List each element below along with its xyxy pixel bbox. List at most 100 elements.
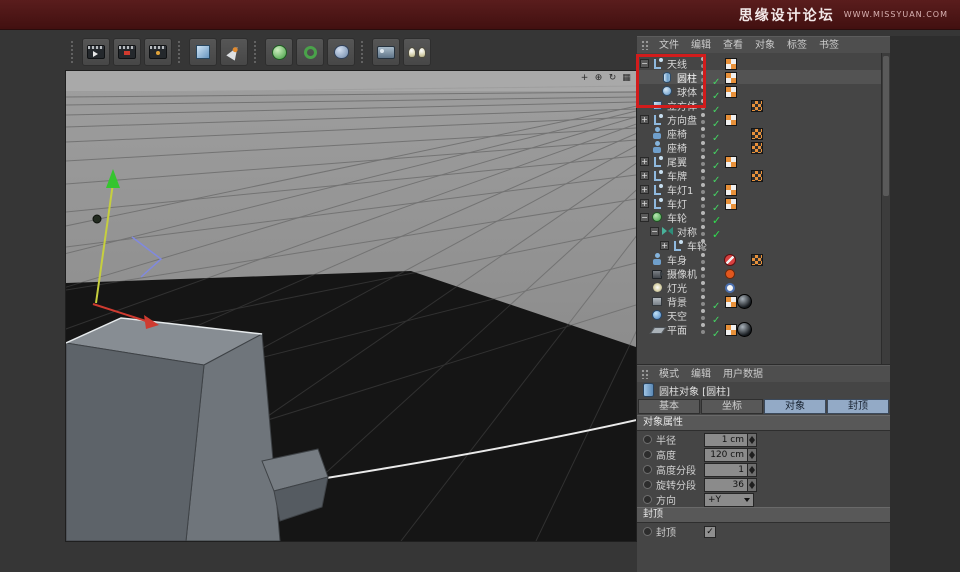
texture-tag[interactable] <box>751 100 763 112</box>
texture-tag[interactable] <box>725 86 737 98</box>
visibility-toggles[interactable] <box>701 169 706 181</box>
toolbar-button-subdivision-surface[interactable] <box>265 38 293 66</box>
tree-item[interactable]: 座椅 <box>637 126 881 141</box>
toolbar-button-render-settings[interactable] <box>144 38 172 66</box>
tree-item[interactable]: + 车灯 <box>637 196 881 211</box>
light-tag[interactable] <box>725 283 735 293</box>
texture-tag[interactable] <box>725 72 737 84</box>
tree-item[interactable]: + 尾翼 <box>637 154 881 169</box>
toolbar-button-render-view[interactable] <box>82 38 110 66</box>
tab-object[interactable]: 对象 <box>764 399 826 414</box>
pan-view-icon[interactable]: + <box>579 73 590 84</box>
checkbox-caps[interactable]: ✓ <box>704 525 716 538</box>
om-menu-objects[interactable]: 对象 <box>749 38 781 53</box>
tab-caps[interactable]: 封顶 <box>827 399 889 414</box>
tab-coordinates[interactable]: 坐标 <box>701 399 763 414</box>
visibility-toggles[interactable] <box>701 281 706 293</box>
input-radius[interactable]: 1 cm <box>704 432 748 447</box>
expand-toggle[interactable]: + <box>640 114 649 124</box>
toggle-view-icon[interactable]: ▦ <box>621 73 632 84</box>
key-dot-icon[interactable] <box>643 450 652 459</box>
tree-item[interactable]: − 对称 <box>637 224 881 239</box>
om-menu-tags[interactable]: 标签 <box>781 38 813 53</box>
toolbar-button-metaball[interactable] <box>327 38 355 66</box>
material-thumbnail[interactable] <box>737 322 752 337</box>
texture-tag[interactable] <box>725 156 737 168</box>
am-menu-user-data[interactable]: 用户数据 <box>717 367 769 382</box>
visibility-toggles[interactable] <box>701 141 706 153</box>
expand-toggle[interactable]: + <box>640 184 649 194</box>
tree-item[interactable]: 天空 <box>637 308 881 323</box>
visibility-toggles[interactable] <box>701 183 706 195</box>
texture-tag[interactable] <box>725 198 737 210</box>
visibility-toggles[interactable] <box>701 309 706 321</box>
scrollbar[interactable] <box>881 53 890 364</box>
tree-item[interactable]: 摄像机 <box>637 266 881 281</box>
visibility-toggles[interactable] <box>701 267 706 279</box>
tree-item[interactable]: 车身 <box>637 252 881 267</box>
enabled-check-icon[interactable] <box>712 322 720 341</box>
visibility-toggles[interactable] <box>701 113 706 125</box>
tree-item[interactable]: 平面 <box>637 322 881 337</box>
tree-item[interactable]: 灯光 <box>637 280 881 295</box>
om-menu-bookmarks[interactable]: 书签 <box>813 38 845 53</box>
viewport-canvas[interactable] <box>66 71 636 541</box>
om-menu-edit[interactable]: 编辑 <box>685 38 717 53</box>
panel-handle-icon[interactable] <box>641 40 650 50</box>
tree-item[interactable]: + 车灯1 <box>637 182 881 197</box>
om-menu-file[interactable]: 文件 <box>653 38 685 53</box>
disabled-icon[interactable] <box>724 254 736 266</box>
gizmo-node[interactable] <box>92 214 102 224</box>
am-menu-mode[interactable]: 模式 <box>653 367 685 382</box>
visibility-toggles[interactable] <box>701 323 706 335</box>
zoom-view-icon[interactable]: ⊕ <box>593 73 604 84</box>
texture-tag[interactable] <box>751 170 763 182</box>
expand-toggle[interactable]: + <box>660 240 669 250</box>
panel-handle-icon[interactable] <box>641 369 650 379</box>
scrollbar-thumb[interactable] <box>883 56 889 196</box>
stepper-rotation-segments[interactable] <box>748 477 757 492</box>
visibility-toggles[interactable] <box>701 155 706 167</box>
tab-basic[interactable]: 基本 <box>638 399 700 414</box>
texture-tag[interactable] <box>751 142 763 154</box>
texture-tag[interactable] <box>725 114 737 126</box>
key-dot-icon[interactable] <box>643 465 652 474</box>
toolbar-button-add-light[interactable] <box>403 38 431 66</box>
texture-tag[interactable] <box>751 254 763 266</box>
visibility-toggles[interactable] <box>701 239 706 251</box>
tree-item[interactable]: + 车轮 <box>637 238 881 253</box>
key-dot-icon[interactable] <box>643 435 652 444</box>
stepper-radius[interactable] <box>748 432 757 447</box>
visibility-toggles[interactable] <box>701 253 706 265</box>
visibility-toggles[interactable] <box>701 211 706 223</box>
expand-toggle[interactable]: + <box>640 198 649 208</box>
material-thumbnail[interactable] <box>737 294 752 309</box>
toolbar-button-render-to-picture-viewer[interactable] <box>113 38 141 66</box>
toolbar-button-add-camera[interactable] <box>372 38 400 66</box>
tree-item[interactable]: 背景 <box>637 294 881 309</box>
texture-tag[interactable] <box>725 296 737 308</box>
tree-item[interactable]: + 车牌 <box>637 168 881 183</box>
tree-item[interactable]: − 车轮 <box>637 210 881 225</box>
texture-tag[interactable] <box>751 128 763 140</box>
visibility-toggles[interactable] <box>701 225 706 237</box>
tree-item[interactable]: + 方向盘 <box>637 112 881 127</box>
expand-toggle[interactable]: − <box>640 212 649 222</box>
visibility-toggles[interactable] <box>701 127 706 139</box>
input-height[interactable]: 120 cm <box>704 447 748 462</box>
key-dot-icon[interactable] <box>643 527 652 536</box>
expand-toggle[interactable]: + <box>640 156 649 166</box>
rotate-view-icon[interactable]: ↻ <box>607 73 618 84</box>
expand-toggle[interactable]: − <box>650 226 659 236</box>
tree-item[interactable]: 座椅 <box>637 140 881 155</box>
toolbar-button-freehand-spline[interactable] <box>220 38 248 66</box>
texture-tag[interactable] <box>725 324 737 336</box>
expand-toggle[interactable]: + <box>640 170 649 180</box>
texture-tag[interactable] <box>725 184 737 196</box>
toolbar-button-add-cube[interactable] <box>189 38 217 66</box>
key-dot-icon[interactable] <box>643 495 652 504</box>
am-menu-edit[interactable]: 编辑 <box>685 367 717 382</box>
visibility-toggles[interactable] <box>701 197 706 209</box>
visibility-toggles[interactable] <box>701 295 706 307</box>
dropdown-orientation[interactable]: +Y <box>704 492 754 507</box>
